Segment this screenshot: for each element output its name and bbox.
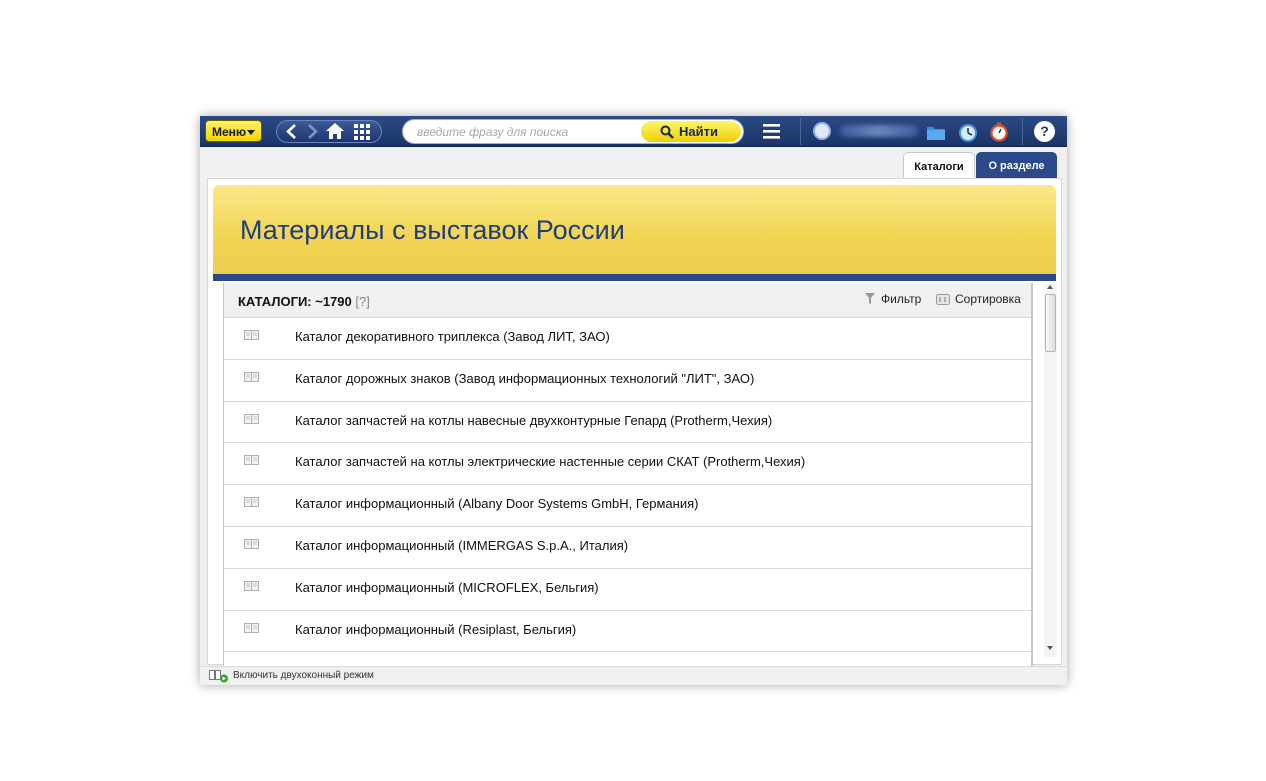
list-item[interactable]: Каталог запчастей на котлы электрические… [224,443,1031,486]
list-item-title[interactable]: Каталог запчастей на котлы электрические… [295,454,805,469]
book-icon [244,371,259,382]
clock-icon [959,124,977,142]
folder-icon [927,127,945,140]
filter-button[interactable]: Фильтр [864,292,921,306]
catalog-panel-header: КАТАЛОГИ: ~1790 [?] Фильтр Сортировка [224,283,1031,318]
help-icon: ? [1040,123,1049,139]
arrow-left-icon [286,124,296,139]
app-window: Меню Н [200,116,1067,685]
catalog-panel: КАТАЛОГИ: ~1790 [?] Фильтр Сортировка Ка… [223,283,1033,666]
content-frame: Материалы с выставок России КАТАЛОГИ: ~1… [207,178,1062,666]
grid-icon [354,124,370,140]
timer-button[interactable] [989,122,1009,142]
banner-divider [213,274,1056,281]
arrow-right-icon [308,124,318,139]
count-help-link[interactable]: [?] [355,294,369,309]
list-item[interactable]: Каталог информационный (Albany Door Syst… [224,485,1031,527]
list-item[interactable]: Каталог информационный (MICROFLEX, Бельг… [224,569,1031,611]
list-item[interactable]: Каталог информационный (Resiplast, Бельг… [224,611,1031,653]
book-icon [244,538,259,549]
scroll-up-arrow-icon[interactable] [1047,285,1053,289]
hamburger-icon [763,124,780,139]
home-icon [326,123,344,139]
home-button[interactable] [324,122,346,141]
tab-catalogs[interactable]: Каталоги [903,152,975,178]
list-item[interactable]: Каталог дорожных знаков (Завод информаци… [224,360,1031,402]
status-bar: Включить двухоконный режим [200,666,1067,685]
navigation-group [276,120,382,143]
book-icon [244,455,259,466]
hamburger-menu-button[interactable] [762,123,782,140]
apps-grid-button[interactable] [351,122,373,141]
search-box: Найти [402,119,744,144]
search-icon [660,125,674,139]
dual-window-toggle[interactable]: Включить двухоконный режим [233,670,374,681]
dual-window-icon [209,670,228,683]
sort-label: Сортировка [955,292,1021,306]
list-item-title[interactable]: Каталог запчастей на котлы навесные двух… [295,413,772,428]
tab-about[interactable]: О разделе [976,152,1057,178]
folder-button[interactable] [926,122,946,142]
book-icon [244,622,259,633]
scroll-down-arrow-icon[interactable] [1047,646,1053,650]
section-banner: Материалы с выставок России [213,185,1056,274]
user-name-blurred [840,125,918,137]
tab-about-label: О разделе [988,160,1045,172]
filter-label: Фильтр [881,292,922,306]
menu-button-label: Меню [212,125,247,139]
list-item[interactable]: Каталог декоративного триплекса (Завод Л… [224,318,1031,360]
menu-button[interactable]: Меню [205,120,262,142]
list-item[interactable]: Каталог информационный (IMMERGAS S.p.A.,… [224,527,1031,569]
search-input[interactable] [417,124,637,140]
toolbar-divider [1022,118,1023,145]
catalog-count: КАТАЛОГИ: ~1790 [238,294,352,309]
user-avatar-icon[interactable] [813,122,831,140]
list-item-title[interactable]: Каталог информационный (MICROFLEX, Бельг… [295,580,599,595]
book-icon [244,330,259,340]
toolbar-divider [800,118,801,145]
forward-button[interactable] [301,122,323,141]
stopwatch-icon [990,122,1008,142]
book-icon [244,413,259,424]
find-button-label: Найти [679,124,718,139]
list-item-title[interactable]: Каталог декоративного триплекса (Завод Л… [295,329,610,344]
sort-button[interactable]: Сортировка [936,292,1021,306]
scrollbar-thumb[interactable] [1045,294,1056,352]
catalog-list: Каталог декоративного триплекса (Завод Л… [224,318,1031,653]
tab-catalogs-label: Каталоги [914,161,964,173]
back-button[interactable] [281,122,303,141]
list-item-title[interactable]: Каталог информационный (Albany Door Syst… [295,496,698,511]
sort-icon [936,294,950,305]
filter-icon [865,293,875,304]
book-icon [244,580,259,591]
vertical-scrollbar[interactable] [1044,283,1057,657]
list-item-title[interactable]: Каталог информационный (Resiplast, Бельг… [295,622,576,637]
chevron-down-icon [247,130,255,135]
catalog-count-heading: КАТАЛОГИ: ~1790 [?] [238,294,370,309]
help-button[interactable]: ? [1034,121,1055,142]
section-tabs: Каталоги О разделе [200,148,1067,178]
top-toolbar: Меню Н [200,116,1067,147]
find-button[interactable]: Найти [641,121,741,142]
list-item[interactable]: Каталог запчастей на котлы навесные двух… [224,402,1031,444]
book-icon [244,497,259,508]
page-title: Материалы с выставок России [240,215,625,245]
list-item-title[interactable]: Каталог дорожных знаков (Завод информаци… [295,371,754,386]
list-item-title[interactable]: Каталог информационный (IMMERGAS S.p.A.,… [295,538,628,553]
history-button[interactable] [958,122,978,142]
